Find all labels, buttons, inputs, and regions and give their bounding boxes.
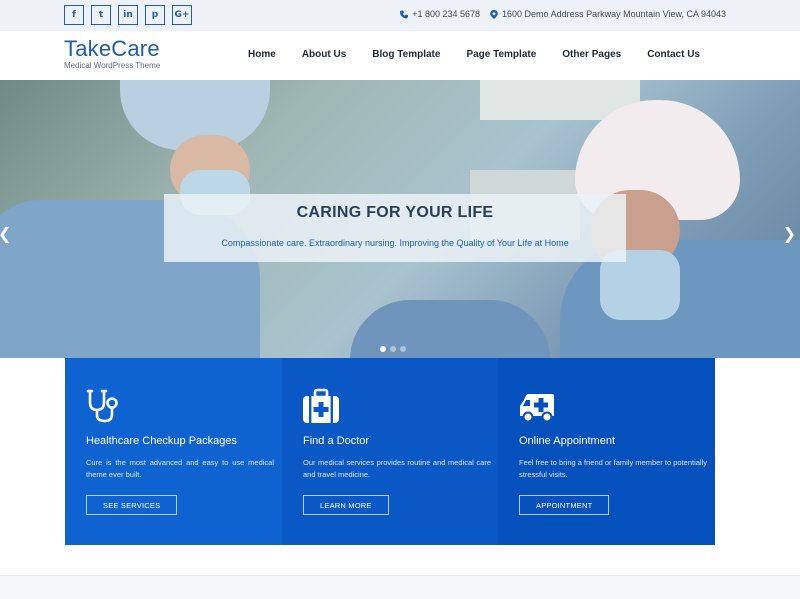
hero-subtitle: Compassionate care. Extraordinary nursin… [221,238,569,248]
slider-dot[interactable] [400,346,406,352]
phone-number[interactable]: +1 800 234 5678 [412,9,480,19]
service-card-title: Find a Doctor [303,435,370,447]
address-text: 1600 Demo Address Parkway Mountain View,… [502,9,726,19]
facebook-icon[interactable]: f [64,5,84,25]
first-aid-kit-icon [302,388,340,424]
service-card-appointment: Online Appointment Feel free to bring a … [498,358,715,545]
phone-icon [400,10,409,18]
service-card-doctor: Find a Doctor Our medical services provi… [282,358,498,545]
nav-item-about-us[interactable]: About Us [302,49,346,60]
google-plus-icon[interactable]: G+ [172,5,192,25]
hero-caption: CARING FOR YOUR LIFE Compassionate care.… [164,194,626,262]
service-card-text: Cure is the most advanced and easy to us… [86,458,274,479]
slider-dot[interactable] [390,346,396,352]
contact-info: +1 800 234 5678 1600 Demo Address Parkwa… [400,9,726,19]
ambulance-icon [518,388,556,424]
slider-next-arrow-icon[interactable]: ❯ [783,224,796,243]
top-bar: f t in p G+ +1 800 234 5678 1600 Demo Ad… [0,0,800,31]
map-pin-icon [490,9,498,19]
service-card-title: Healthcare Checkup Packages [86,435,238,447]
nav-item-page-template[interactable]: Page Template [466,49,536,60]
service-card-title: Online Appointment [519,435,616,447]
learn-more-button[interactable]: LEARN MORE [303,495,389,515]
next-section-edge [0,575,800,599]
hero-title: CARING FOR YOUR LIFE [296,204,494,221]
nav-item-contact-us[interactable]: Contact Us [647,49,700,60]
stethoscope-icon [85,388,123,424]
site-header: TakeCare Medical WordPress Theme Home Ab… [0,31,800,80]
nav-item-blog-template[interactable]: Blog Template [372,49,440,60]
site-logo[interactable]: TakeCare Medical WordPress Theme [64,36,161,71]
logo-tagline: Medical WordPress Theme [64,61,161,70]
linkedin-icon[interactable]: in [118,5,138,25]
social-links: f t in p G+ [64,5,192,25]
phone-info: +1 800 234 5678 [400,9,480,19]
service-card-text: Feel free to bring a friend or family me… [519,458,708,479]
hero-slider: CARING FOR YOUR LIFE Compassionate care.… [0,80,800,358]
slider-dots [380,346,406,352]
slider-prev-arrow-icon[interactable]: ❮ [0,224,11,243]
main-nav: Home About Us Blog Template Page Templat… [248,49,700,60]
nav-item-home[interactable]: Home [248,49,276,60]
pinterest-icon[interactable]: p [145,5,165,25]
see-services-button[interactable]: SEE SERVICES [86,495,178,515]
twitter-icon[interactable]: t [91,5,111,25]
address-info: 1600 Demo Address Parkway Mountain View,… [490,9,726,19]
nav-item-other-pages[interactable]: Other Pages [562,49,621,60]
service-card-checkup: Healthcare Checkup Packages Cure is the … [65,358,282,545]
service-cards: Healthcare Checkup Packages Cure is the … [65,358,715,545]
logo-name: TakeCare [64,36,160,61]
slider-dot[interactable] [380,346,386,352]
service-card-text: Our medical services provides routine an… [303,458,491,479]
appointment-button[interactable]: APPOINTMENT [519,495,610,515]
